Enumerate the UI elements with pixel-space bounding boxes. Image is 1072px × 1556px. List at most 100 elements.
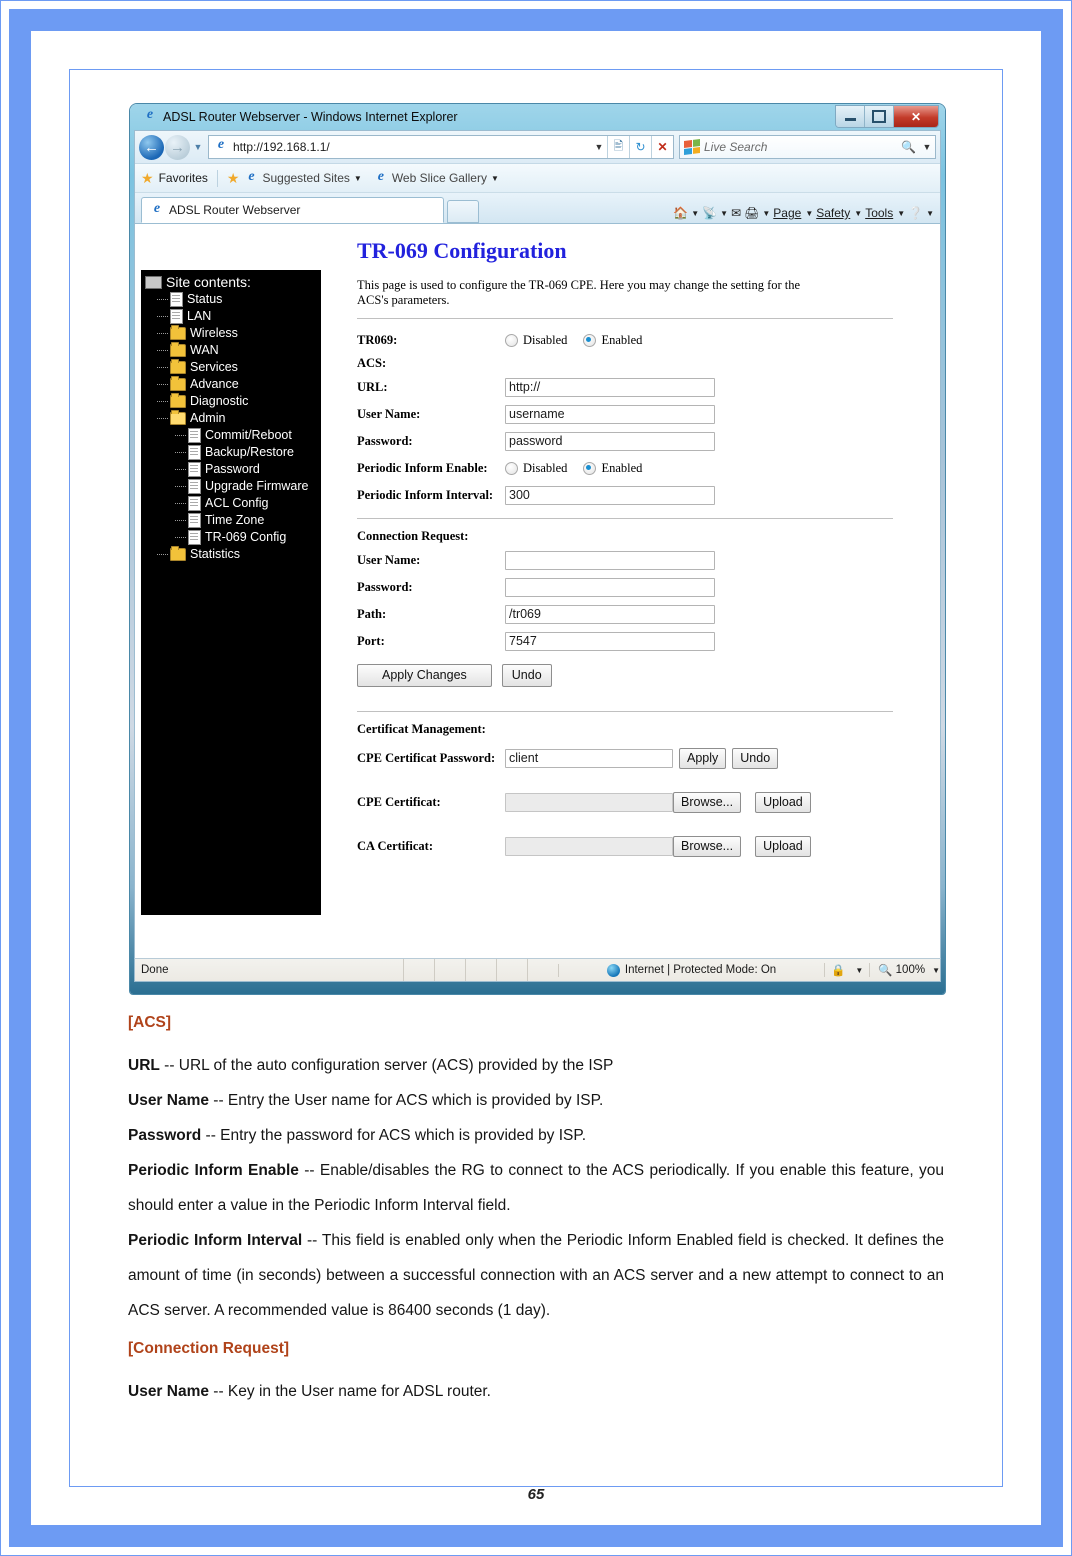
- acs-password-input[interactable]: [505, 431, 715, 451]
- tr069-radio-group[interactable]: Disabled Enabled: [505, 333, 658, 348]
- sidebar-item-label: Upgrade Firmware: [205, 479, 309, 493]
- refresh-icon[interactable]: ↻: [629, 136, 651, 158]
- zoom-control[interactable]: 🔍 100% ▼: [869, 963, 940, 977]
- document-body: [ACS] URL -- URL of the auto configurati…: [128, 1014, 944, 1409]
- ca-certificate-upload-button[interactable]: Upload: [755, 835, 811, 857]
- chevron-down-icon[interactable]: ▼: [932, 966, 940, 975]
- page-menu-label: Page: [773, 206, 802, 220]
- sidebar-item-diagnostic[interactable]: Diagnostic: [141, 393, 321, 410]
- sidebar-item-tr-069-config[interactable]: TR-069 Config: [141, 529, 321, 546]
- tab-adsl-router-webserver[interactable]: ADSL Router Webserver: [141, 197, 444, 223]
- security-zone-label: Internet | Protected Mode: On: [624, 964, 777, 976]
- feeds-icon[interactable]: 📡: [702, 206, 717, 220]
- page-menu-button[interactable]: Page ▼: [773, 206, 813, 220]
- folder-icon: [170, 546, 186, 561]
- acs-username-input[interactable]: [505, 404, 715, 424]
- star-icon[interactable]: ★: [141, 170, 154, 187]
- sidebar-item-wan[interactable]: WAN: [141, 342, 321, 359]
- cr-port-input[interactable]: [505, 631, 715, 651]
- print-icon[interactable]: 🖨: [744, 206, 759, 220]
- sidebar-item-statistics[interactable]: Statistics: [141, 546, 321, 563]
- chevron-down-icon[interactable]: ▼: [926, 209, 934, 218]
- sidebar-item-services[interactable]: Services: [141, 359, 321, 376]
- sidebar-item-time-zone[interactable]: Time Zone: [141, 512, 321, 529]
- back-button[interactable]: ←: [139, 134, 164, 160]
- ca-certificate-browse-button[interactable]: Browse...: [673, 835, 742, 857]
- favorites-button[interactable]: Favorites: [159, 171, 208, 185]
- sidebar-item-lan[interactable]: LAN: [141, 308, 321, 325]
- chevron-down-icon[interactable]: ▼: [762, 209, 770, 218]
- page-icon: [188, 428, 201, 443]
- cr-password-input[interactable]: [505, 577, 715, 597]
- search-icon[interactable]: 🔍: [901, 140, 919, 154]
- sidebar-item-label: WAN: [190, 343, 219, 357]
- search-input[interactable]: Live Search 🔍 ▼: [679, 135, 936, 159]
- chevron-down-icon[interactable]: ▼: [855, 966, 863, 975]
- privacy-indicator[interactable]: 🔒 ▼: [824, 963, 869, 977]
- undo-button[interactable]: Undo: [501, 664, 552, 687]
- new-tab-button[interactable]: [447, 200, 479, 223]
- compatibility-view-icon[interactable]: 🖹: [607, 136, 629, 158]
- chevron-down-icon[interactable]: ▼: [591, 142, 607, 152]
- web-slice-gallery-item[interactable]: Web Slice Gallery ▼: [374, 169, 499, 185]
- tools-menu-button[interactable]: Tools ▼: [865, 206, 905, 220]
- sidebar-item-password[interactable]: Password: [141, 461, 321, 478]
- certificate-undo-button[interactable]: Undo: [732, 747, 779, 769]
- browser-window: ADSL Router Webserver - Windows Internet…: [130, 104, 945, 994]
- cpe-certificate-file-input[interactable]: [505, 792, 673, 812]
- cpe-certificate-upload-button[interactable]: Upload: [755, 791, 811, 813]
- cr-username-input[interactable]: [505, 550, 715, 570]
- forward-button[interactable]: →: [165, 134, 190, 160]
- apply-changes-button[interactable]: Apply Changes: [357, 664, 492, 687]
- chevron-down-icon[interactable]: ▼: [491, 174, 499, 183]
- address-bar[interactable]: http://192.168.1.1/ ▼ 🖹 ↻ ✕: [208, 135, 674, 159]
- tr069-enabled-option[interactable]: Enabled: [583, 333, 642, 348]
- mail-icon[interactable]: ✉: [731, 206, 741, 220]
- maximize-button[interactable]: [865, 106, 894, 127]
- sidebar-item-acl-config[interactable]: ACL Config: [141, 495, 321, 512]
- page-description: This page is used to configure the TR-06…: [357, 278, 801, 307]
- periodic-enabled-option[interactable]: Enabled: [583, 461, 642, 476]
- tools-menu-label: Tools: [865, 206, 894, 220]
- ca-certificate-file-input[interactable]: [505, 836, 673, 856]
- stop-icon[interactable]: ✕: [651, 136, 673, 158]
- radio-icon: [505, 461, 518, 475]
- cpe-certificate-row: CPE Certificat: Browse... Upload: [357, 791, 905, 813]
- suggested-sites-item[interactable]: Suggested Sites ▼: [244, 169, 362, 185]
- search-provider-chevron-icon[interactable]: ▼: [919, 142, 935, 152]
- periodic-inform-radio-group[interactable]: Disabled Enabled: [505, 461, 658, 476]
- chevron-down-icon[interactable]: ▼: [720, 209, 728, 218]
- home-icon[interactable]: 🏠: [673, 206, 688, 220]
- sidebar-item-wireless[interactable]: Wireless: [141, 325, 321, 342]
- cpe-certificate-browse-button[interactable]: Browse...: [673, 791, 742, 813]
- sidebar-item-backup-restore[interactable]: Backup/Restore: [141, 444, 321, 461]
- sidebar-item-advance[interactable]: Advance: [141, 376, 321, 393]
- recent-pages-icon[interactable]: ▼: [190, 142, 206, 152]
- certificate-apply-button[interactable]: Apply: [679, 747, 727, 769]
- help-icon[interactable]: ❔: [908, 206, 923, 220]
- safety-menu-label: Safety: [816, 206, 851, 220]
- cpe-cert-password-input[interactable]: [505, 748, 673, 768]
- acs-url-input[interactable]: [505, 377, 715, 397]
- sidebar-item-status[interactable]: Status: [141, 291, 321, 308]
- chevron-down-icon[interactable]: ▼: [691, 209, 699, 218]
- definition-text: -- Entry the User name for ACS which is …: [209, 1092, 604, 1109]
- sidebar-item-admin[interactable]: Admin: [141, 410, 321, 427]
- cr-port-label: Port:: [357, 633, 385, 648]
- cr-path-input[interactable]: [505, 604, 715, 624]
- close-button[interactable]: ✕: [894, 106, 938, 127]
- router-config-form: TR-069 Configuration This page is used t…: [345, 232, 905, 862]
- add-favorites-icon[interactable]: ★: [227, 170, 240, 187]
- security-zone[interactable]: Internet | Protected Mode: On: [558, 963, 824, 977]
- chevron-down-icon: ▼: [805, 208, 814, 218]
- sidebar-item-commit-reboot[interactable]: Commit/Reboot: [141, 427, 321, 444]
- safety-menu-button[interactable]: Safety ▼: [816, 206, 862, 220]
- chevron-down-icon[interactable]: ▼: [354, 174, 362, 183]
- minimize-button[interactable]: [836, 106, 865, 127]
- tr069-disabled-option[interactable]: Disabled: [505, 333, 567, 348]
- periodic-interval-input[interactable]: [505, 485, 715, 505]
- periodic-disabled-option[interactable]: Disabled: [505, 461, 567, 476]
- window-controls[interactable]: ✕: [835, 105, 939, 128]
- page-icon: [188, 462, 201, 477]
- sidebar-item-upgrade-firmware[interactable]: Upgrade Firmware: [141, 478, 321, 495]
